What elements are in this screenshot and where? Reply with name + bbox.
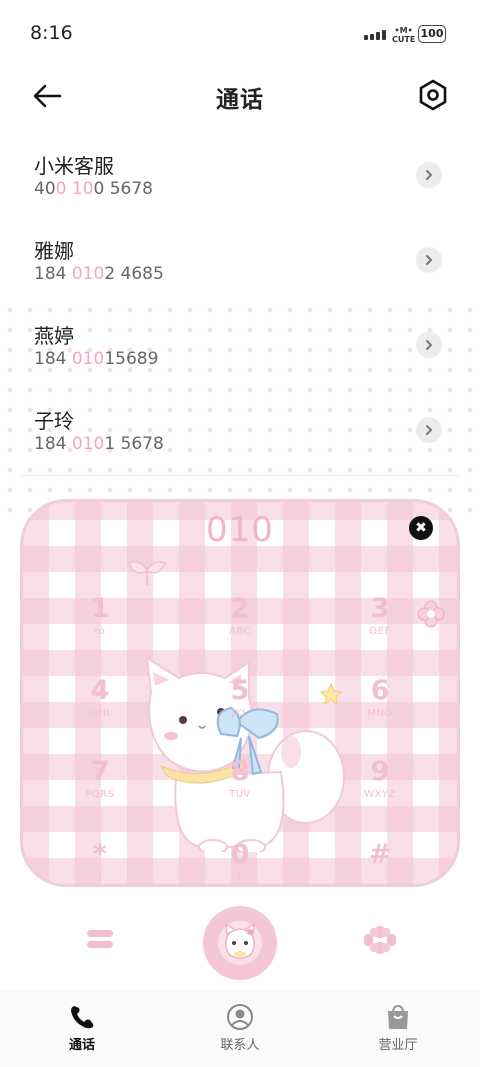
key-digit: *	[92, 839, 108, 870]
key-1[interactable]: 1ꝏ	[50, 594, 150, 666]
status-bar: 8:16 •M• CUTE 100	[0, 0, 480, 66]
key-letters: GHI	[90, 708, 110, 719]
contact-number: 400 100 5678	[34, 179, 153, 199]
dial-number-input[interactable]: 010	[23, 510, 457, 550]
contact-number: 184 0102 4685	[34, 264, 164, 284]
key-digit: 6	[370, 675, 390, 706]
call-detail-button[interactable]	[416, 332, 442, 358]
contact-name: 小米客服	[34, 154, 114, 178]
phone-icon	[71, 1006, 94, 1029]
key-digit: 1	[90, 593, 110, 624]
contact-name: 雅娜	[34, 239, 74, 263]
key-digit: 3	[370, 593, 390, 624]
call-item[interactable]: 子玲 184 0101 5678	[0, 395, 480, 480]
key-digit: 0	[230, 839, 250, 870]
key-digit: 5	[230, 675, 250, 706]
call-button[interactable]	[203, 906, 277, 980]
key-6[interactable]: 6 MNO	[330, 676, 430, 748]
contact-name: 子玲	[34, 409, 74, 433]
key-letters: MNO	[367, 708, 393, 719]
clear-input-button[interactable]: ✖	[409, 516, 433, 540]
key-digit: 2	[230, 593, 250, 624]
tab-calls[interactable]: 通话	[22, 990, 142, 1067]
key-hash[interactable]: #	[330, 839, 430, 884]
key-letters: JKL	[231, 708, 249, 719]
key-letters: DEF	[369, 626, 391, 637]
key-letters: TUV	[229, 789, 251, 800]
call-avatar-icon	[218, 921, 262, 965]
call-detail-button[interactable]	[416, 162, 442, 188]
key-letters: ,	[98, 872, 102, 883]
key-digit: #	[368, 839, 392, 870]
app-header: 通话	[0, 66, 480, 126]
dialpad-panel: 010 ✖ 1ꝏ 2 ABC 3 DEF 4 GHI 5 JKL 6 MNO 7 PQRS …	[20, 499, 460, 887]
call-detail-button[interactable]	[416, 247, 442, 273]
signal-icon	[364, 30, 386, 40]
carrier-badge: •M• CUTE	[392, 26, 416, 44]
call-item[interactable]: 燕婷 184 01015689	[0, 310, 480, 395]
menu-icon	[87, 930, 113, 948]
key-letters: PQRS	[85, 789, 115, 800]
recent-calls-list: 小米客服 400 100 5678 雅娜 184 0102 4685 燕婷 18…	[0, 140, 480, 480]
dragonfly-decoration	[127, 561, 167, 585]
contact-icon	[227, 1004, 253, 1030]
call-item[interactable]: 小米客服 400 100 5678	[0, 140, 480, 225]
contact-number: 184 01015689	[34, 349, 159, 369]
key-3[interactable]: 3 DEF	[330, 594, 430, 666]
list-divider	[20, 475, 460, 476]
key-4[interactable]: 4 GHI	[50, 676, 150, 748]
call-detail-button[interactable]	[416, 417, 442, 443]
battery-indicator: 100	[418, 25, 446, 43]
status-time: 8:16	[30, 22, 73, 44]
key-digit: 4	[90, 675, 110, 706]
voicemail-icon: ꝏ	[94, 626, 106, 637]
dialpad-grid-icon	[364, 926, 396, 954]
shop-bag-icon	[388, 1004, 408, 1029]
key-letters: +	[235, 872, 245, 883]
call-item[interactable]: 雅娜 184 0102 4685	[0, 225, 480, 310]
gear-hex-icon	[419, 79, 447, 111]
key-0[interactable]: 0 +	[190, 839, 290, 884]
tab-label: 通话	[68, 1038, 95, 1053]
settings-button[interactable]	[414, 76, 452, 114]
key-2[interactable]: 2 ABC	[190, 594, 290, 666]
close-icon: ✖	[415, 520, 427, 536]
chevron-right-icon	[426, 425, 433, 435]
dial-controls	[0, 900, 480, 982]
chevron-right-icon	[426, 170, 433, 180]
page-title: 通话	[216, 87, 264, 113]
contact-name: 燕婷	[34, 324, 74, 348]
key-9[interactable]: 9 WXYZ	[330, 757, 430, 829]
chevron-right-icon	[426, 255, 433, 265]
dialpad-toggle-button[interactable]	[364, 926, 396, 954]
menu-button[interactable]	[86, 928, 114, 950]
key-7[interactable]: 7 PQRS	[50, 757, 150, 829]
key-digit: 9	[370, 756, 390, 787]
chevron-right-icon	[426, 340, 433, 350]
contact-number: 184 0101 5678	[34, 434, 164, 454]
tab-contacts[interactable]: 联系人	[180, 990, 300, 1067]
key-star[interactable]: *,	[50, 839, 150, 884]
key-8[interactable]: 8 TUV	[190, 757, 290, 829]
key-digit: 8	[230, 756, 250, 787]
bottom-tab-bar: 通话 联系人 营业厅	[0, 990, 480, 1067]
key-5[interactable]: 5 JKL	[190, 676, 290, 748]
key-digit: 7	[90, 756, 110, 787]
tab-label: 营业厅	[378, 1038, 418, 1053]
tab-label: 联系人	[220, 1038, 260, 1053]
tab-service-hall[interactable]: 营业厅	[338, 990, 458, 1067]
key-letters: ABC	[228, 626, 251, 637]
key-letters: WXYZ	[364, 789, 396, 800]
